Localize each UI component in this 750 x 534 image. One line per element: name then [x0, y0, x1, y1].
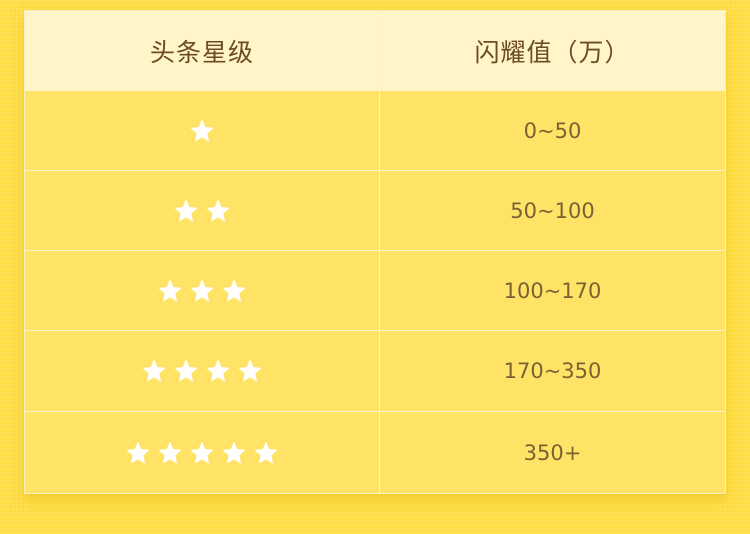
star-rating — [190, 119, 214, 143]
star-icon — [191, 441, 213, 463]
star-icon — [223, 279, 245, 301]
star-rating — [126, 441, 278, 465]
star-rating — [142, 359, 262, 383]
flash-range: 50~100 — [380, 171, 725, 251]
level-cell — [25, 171, 380, 251]
star-icon — [143, 360, 165, 382]
star-icon — [207, 199, 229, 221]
star-icon — [175, 360, 197, 382]
flash-range: 350+ — [523, 440, 582, 465]
level-cell — [25, 91, 380, 171]
star-icon — [127, 441, 149, 463]
level-cell — [25, 412, 380, 493]
star-icon — [191, 119, 213, 141]
level-cell — [25, 251, 380, 331]
star-icon — [223, 441, 245, 463]
header-flash-value: 闪耀值（万） — [380, 11, 725, 91]
star-icon — [255, 441, 277, 463]
star-level-table: 头条星级 闪耀值（万） 0~50 50~100 100~170 170~350 … — [24, 10, 726, 494]
star-icon — [207, 360, 229, 382]
flash-range: 0~50 — [380, 91, 725, 171]
star-icon — [159, 441, 181, 463]
star-rating — [158, 279, 246, 303]
flash-range: 100~170 — [380, 251, 725, 331]
star-icon — [239, 360, 261, 382]
star-icon — [191, 279, 213, 301]
header-level: 头条星级 — [25, 11, 380, 91]
star-rating — [174, 199, 230, 223]
flash-range: 170~350 — [380, 331, 725, 412]
star-icon — [159, 279, 181, 301]
star-icon — [175, 199, 197, 221]
level-cell — [25, 331, 380, 412]
